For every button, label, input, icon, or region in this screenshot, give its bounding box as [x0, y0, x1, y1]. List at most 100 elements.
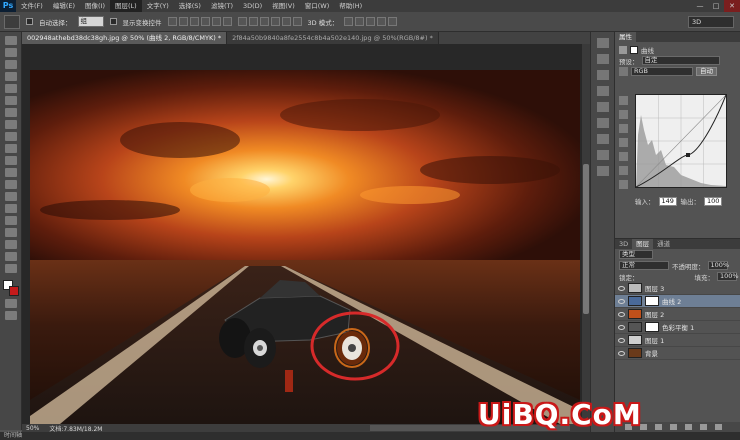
crop-tool-icon[interactable]	[4, 84, 17, 93]
clone-source-icon[interactable]	[596, 166, 609, 176]
layer-row[interactable]: 曲线 2	[615, 295, 740, 308]
fill-field[interactable]: 100%	[717, 272, 739, 281]
draw-curve-icon[interactable]	[619, 152, 628, 161]
quick-mask-icon[interactable]	[4, 299, 17, 308]
blur-tool-icon[interactable]	[4, 180, 17, 189]
menu-item[interactable]: 窗口(W)	[300, 0, 335, 12]
document-image[interactable]	[30, 70, 580, 424]
3d-slide-icon[interactable]	[377, 17, 387, 26]
clone-stamp-tool-icon[interactable]	[4, 132, 17, 141]
visibility-eye-icon[interactable]	[618, 311, 625, 317]
tab-properties[interactable]: 属性	[615, 32, 636, 42]
path-select-tool-icon[interactable]	[4, 228, 17, 237]
info-icon[interactable]	[596, 70, 609, 80]
menu-item[interactable]: 图层(L)	[110, 0, 142, 12]
tab-3d[interactable]: 3D	[615, 239, 632, 249]
edit-points-icon[interactable]	[619, 138, 628, 147]
visibility-eye-icon[interactable]	[618, 350, 625, 356]
menu-item[interactable]: 文件(F)	[16, 0, 48, 12]
distribute-bottom-icon[interactable]	[259, 17, 269, 26]
show-transform-checkbox[interactable]	[109, 18, 117, 25]
healing-brush-tool-icon[interactable]	[4, 108, 17, 117]
vertical-scrollbar[interactable]	[582, 44, 590, 424]
3d-rotate-icon[interactable]	[344, 17, 354, 26]
align-left-icon[interactable]	[200, 17, 210, 26]
distribute-top-icon[interactable]	[237, 17, 247, 26]
mask-icon[interactable]	[630, 45, 638, 54]
color-swatches[interactable]	[2, 280, 19, 296]
zoom-tool-icon[interactable]	[4, 264, 17, 273]
background-color-swatch[interactable]	[8, 286, 19, 296]
auto-select-checkbox[interactable]	[26, 18, 33, 25]
distribute-middle-icon[interactable]	[248, 17, 258, 26]
layer-mask-thumbnail[interactable]	[645, 296, 659, 306]
align-bottom-icon[interactable]	[189, 17, 199, 26]
smooth-curve-icon[interactable]	[619, 166, 628, 175]
visibility-eye-icon[interactable]	[618, 285, 625, 291]
scrollbar-thumb[interactable]	[583, 164, 589, 314]
canvas-area[interactable]	[22, 44, 590, 424]
layer-kind-dropdown[interactable]: 类型	[619, 250, 653, 259]
eraser-tool-icon[interactable]	[4, 156, 17, 165]
align-top-icon[interactable]	[167, 17, 177, 26]
color-icon[interactable]	[596, 86, 609, 96]
timeline-tab[interactable]: 时间轴	[0, 432, 740, 440]
close-button[interactable]: ✕	[724, 0, 740, 12]
menu-item[interactable]: 编辑(E)	[48, 0, 80, 12]
3d-drag-icon[interactable]	[366, 17, 376, 26]
3d-roll-icon[interactable]	[355, 17, 365, 26]
move-tool-preset-icon[interactable]	[4, 14, 20, 29]
distribute-center-icon[interactable]	[281, 17, 291, 26]
auto-select-dropdown[interactable]: 组	[77, 16, 104, 27]
shape-tool-icon[interactable]	[4, 240, 17, 249]
move-tool-icon[interactable]	[4, 36, 17, 45]
menu-item[interactable]: 帮助(H)	[334, 0, 367, 12]
marquee-tool-icon[interactable]	[4, 48, 17, 57]
menu-item[interactable]: 图像(I)	[80, 0, 110, 12]
menu-item[interactable]: 视图(V)	[267, 0, 300, 12]
input-field[interactable]: 149	[658, 196, 677, 206]
visibility-eye-icon[interactable]	[618, 298, 625, 304]
history-icon[interactable]	[596, 38, 609, 48]
maximize-button[interactable]: □	[708, 0, 724, 12]
preset-dropdown[interactable]: 自定	[641, 56, 720, 65]
quick-select-tool-icon[interactable]	[4, 72, 17, 81]
auto-button[interactable]: 自动	[696, 67, 717, 76]
layer-row[interactable]: 色彩平衡 1	[615, 321, 740, 334]
layer-row[interactable]: 图层 2	[615, 308, 740, 321]
blend-mode-dropdown[interactable]: 正常	[619, 261, 669, 270]
tab-layers[interactable]: 图层	[632, 239, 654, 249]
menu-item[interactable]: 滤镜(T)	[206, 0, 238, 12]
menu-item[interactable]: 3D(D)	[238, 0, 267, 12]
opacity-field[interactable]: 100%	[707, 261, 729, 270]
output-field[interactable]: 100	[704, 196, 722, 206]
curves-graph[interactable]	[635, 94, 727, 188]
paragraph-icon[interactable]	[596, 150, 609, 160]
type-tool-icon[interactable]	[4, 216, 17, 225]
character-icon[interactable]	[596, 134, 609, 144]
black-point-eyedropper-icon[interactable]	[619, 96, 628, 105]
eyedropper-tool-icon[interactable]	[4, 96, 17, 105]
minimize-button[interactable]: —	[692, 0, 708, 12]
gray-point-eyedropper-icon[interactable]	[619, 110, 628, 119]
layer-row[interactable]: 背景	[615, 347, 740, 360]
layer-row[interactable]: 图层 1	[615, 334, 740, 347]
workspace-dropdown[interactable]: 3D	[688, 15, 734, 28]
tab-document-2[interactable]: 2f84a50b9840a8fe2554c8b4a502e140.jpg @ 5…	[227, 32, 439, 44]
tab-channels[interactable]: 通道	[653, 239, 674, 249]
lasso-tool-icon[interactable]	[4, 60, 17, 69]
layer-row[interactable]: 图层 3	[615, 282, 740, 295]
gradient-tool-icon[interactable]	[4, 168, 17, 177]
brush-presets-icon[interactable]	[596, 118, 609, 128]
visibility-eye-icon[interactable]	[618, 337, 625, 343]
align-right-icon[interactable]	[222, 17, 232, 26]
clipping-warning-icon[interactable]	[619, 180, 628, 189]
menu-item[interactable]: 文字(Y)	[142, 0, 174, 12]
visibility-eye-icon[interactable]	[618, 324, 625, 330]
actions-icon[interactable]	[596, 54, 609, 64]
pen-tool-icon[interactable]	[4, 204, 17, 213]
zoom-level[interactable]: 50%	[26, 425, 39, 432]
screen-mode-icon[interactable]	[4, 311, 17, 320]
white-point-eyedropper-icon[interactable]	[619, 124, 628, 133]
brush-tool-icon[interactable]	[4, 120, 17, 129]
